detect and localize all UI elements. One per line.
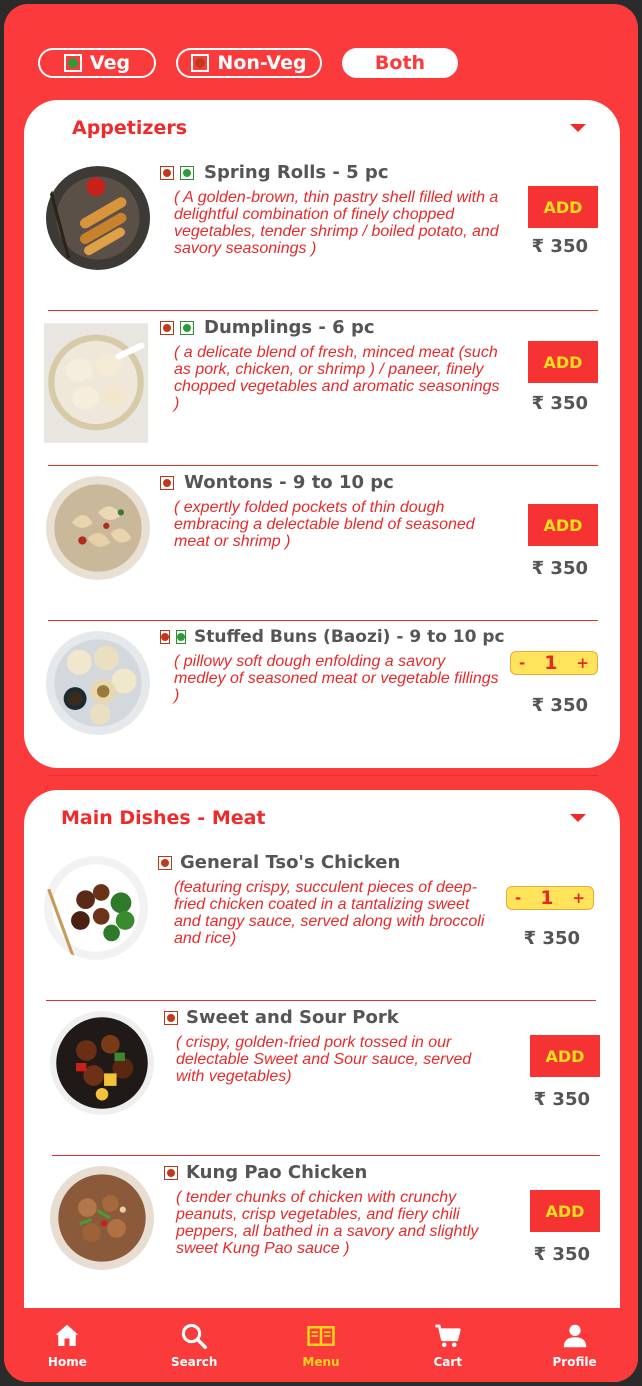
nav-label: Menu xyxy=(302,1355,340,1369)
dish-description: ( A golden-brown, thin pastry shell fill… xyxy=(174,189,499,257)
dish-price: ₹ 350 xyxy=(531,558,588,579)
nonveg-icon xyxy=(191,54,210,72)
increment-button[interactable]: + xyxy=(576,654,589,672)
dish-description: ( a delicate blend of fresh, minced meat… xyxy=(174,344,500,412)
section-title: Appetizers xyxy=(72,117,188,139)
dish-description: ( expertly folded pockets of thin dough … xyxy=(174,499,475,550)
dish-name: Dumplings - 6 pc xyxy=(204,317,375,338)
bottom-nav: Home Search Menu Cart Profile xyxy=(4,1308,638,1382)
filter-veg-button[interactable]: Veg xyxy=(38,48,156,78)
dish-price: ₹ 350 xyxy=(533,1089,590,1110)
dish-name: Wontons - 9 to 10 pc xyxy=(184,472,394,493)
app-screen: Veg Non-Veg Both Appetizers Spring Rolls… xyxy=(4,4,638,1382)
add-button[interactable]: ADD xyxy=(530,1190,600,1232)
menu-item: Kung Pao Chicken ( tender chunks of chic… xyxy=(50,1156,600,1311)
filter-veg-label: Veg xyxy=(89,52,131,74)
nonveg-icon xyxy=(160,475,174,490)
search-icon xyxy=(182,1323,208,1349)
chevron-down-icon[interactable] xyxy=(570,814,586,822)
dish-name: General Tso's Chicken xyxy=(180,852,401,873)
add-button[interactable]: ADD xyxy=(528,504,598,546)
veg-icon xyxy=(180,320,194,335)
dish-name: Stuffed Buns (Baozi) - 9 to 10 pc xyxy=(194,627,505,647)
dish-name: Spring Rolls - 5 pc xyxy=(204,162,389,183)
section-appetizers: Appetizers Spring Rolls - 5 pc ( A golde… xyxy=(24,100,620,776)
increment-button[interactable]: + xyxy=(572,889,585,907)
section-title: Main Dishes - Meat xyxy=(61,807,266,829)
chevron-down-icon[interactable] xyxy=(570,124,586,132)
menu-book-icon xyxy=(307,1326,335,1346)
add-button[interactable]: ADD xyxy=(528,186,598,228)
cart-icon xyxy=(435,1324,461,1347)
nav-menu[interactable]: Menu xyxy=(276,1321,366,1369)
dish-description: ( crispy, golden-fried pork tossed in ou… xyxy=(176,1034,472,1085)
quantity-stepper[interactable]: - 1 + xyxy=(510,651,598,675)
dish-name: Kung Pao Chicken xyxy=(186,1162,368,1183)
veg-icon xyxy=(180,165,194,180)
quantity-value: 1 xyxy=(544,652,558,674)
home-icon xyxy=(56,1324,79,1346)
dish-price: ₹ 350 xyxy=(531,393,588,414)
profile-icon xyxy=(563,1324,586,1348)
section-header[interactable]: Appetizers xyxy=(24,100,620,156)
dish-price: ₹ 350 xyxy=(533,1244,590,1265)
veg-icon xyxy=(176,630,186,644)
menu-item: Spring Rolls - 5 pc ( A golden-brown, th… xyxy=(45,156,598,311)
veg-icon xyxy=(63,54,82,72)
nav-home[interactable]: Home xyxy=(22,1321,112,1369)
nav-cart[interactable]: Cart xyxy=(403,1321,493,1369)
nonveg-icon xyxy=(160,630,170,644)
nonveg-icon xyxy=(158,855,172,870)
dish-image xyxy=(42,856,150,960)
dish-image xyxy=(44,631,152,735)
dish-image xyxy=(48,1166,156,1270)
nonveg-icon xyxy=(164,1165,178,1180)
quantity-stepper[interactable]: - 1 + xyxy=(506,886,594,910)
nav-label: Profile xyxy=(552,1355,597,1369)
menu-item: Wontons - 9 to 10 pc ( expertly folded p… xyxy=(46,466,598,621)
decrement-button[interactable]: - xyxy=(519,654,525,672)
filter-both-label: Both xyxy=(374,52,426,74)
dish-description: ( tender chunks of chicken with crunchy … xyxy=(176,1189,479,1257)
nav-search[interactable]: Search xyxy=(149,1321,239,1369)
dish-price: ₹ 350 xyxy=(531,695,588,716)
dish-image xyxy=(44,323,148,443)
nav-label: Search xyxy=(170,1355,218,1369)
dish-image xyxy=(44,476,152,580)
dish-description: (featuring crispy, succulent pieces of d… xyxy=(174,879,485,947)
diet-filter-bar: Veg Non-Veg Both xyxy=(38,48,458,78)
nav-label: Cart xyxy=(433,1355,463,1369)
filter-nonveg-button[interactable]: Non-Veg xyxy=(176,48,322,78)
menu-item: Dumplings - 6 pc ( a delicate blend of f… xyxy=(44,311,598,466)
menu-item: Sweet and Sour Pork ( crispy, golden-fri… xyxy=(50,1001,600,1156)
filter-nonveg-label: Non-Veg xyxy=(217,52,307,74)
nonveg-icon xyxy=(160,320,174,335)
menu-item: Stuffed Buns (Baozi) - 9 to 10 pc ( pill… xyxy=(46,621,598,776)
quantity-value: 1 xyxy=(540,887,554,909)
nav-label: Home xyxy=(47,1355,87,1369)
dish-image xyxy=(44,166,152,270)
menu-item: General Tso's Chicken (featuring crispy,… xyxy=(44,846,596,1001)
dish-price: ₹ 350 xyxy=(531,236,588,257)
add-button[interactable]: ADD xyxy=(530,1035,600,1077)
dish-name: Sweet and Sour Pork xyxy=(186,1007,399,1028)
dish-description: ( pillowy soft dough enfolding a savory … xyxy=(174,653,499,704)
filter-both-button[interactable]: Both xyxy=(342,48,458,78)
section-main-dishes-meat: Main Dishes - Meat General Tso's Chicken… xyxy=(24,790,620,1382)
nav-profile[interactable]: Profile xyxy=(530,1321,620,1369)
decrement-button[interactable]: - xyxy=(515,889,521,907)
dish-price: ₹ 350 xyxy=(523,928,580,949)
nonveg-icon xyxy=(160,165,174,180)
dish-image xyxy=(48,1011,156,1115)
nonveg-icon xyxy=(164,1010,178,1025)
add-button[interactable]: ADD xyxy=(528,341,598,383)
section-header[interactable]: Main Dishes - Meat xyxy=(24,790,620,846)
